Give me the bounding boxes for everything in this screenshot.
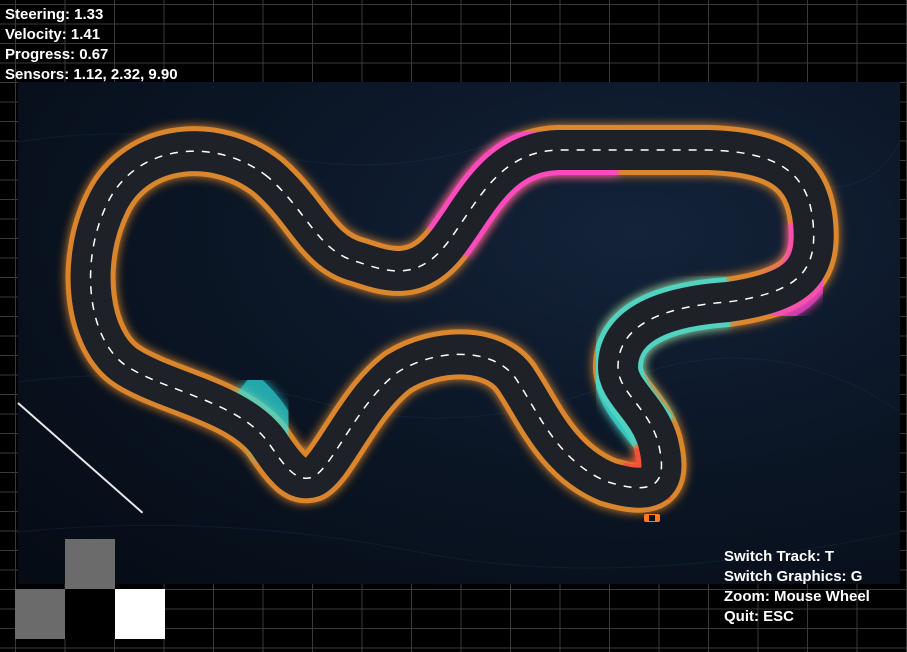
switch-track-hint: Switch Track: T [724, 548, 835, 565]
quit-hint: Quit: ESC [724, 608, 794, 625]
track-view[interactable] [18, 82, 900, 584]
action-up-indicator [65, 539, 115, 589]
progress-readout: Progress: 0.67 [5, 46, 109, 63]
switch-graphics-hint: Switch Graphics: G [724, 568, 863, 585]
velocity-readout: Velocity: 1.41 [5, 26, 101, 43]
controls-help-panel: Switch Track: T Switch Graphics: G Zoom:… [724, 547, 870, 627]
steering-readout: Steering: 1.33 [5, 6, 104, 23]
telemetry-panel: Steering: 1.33 Velocity: 1.41 Progress: … [5, 5, 178, 85]
zoom-hint: Zoom: Mouse Wheel [724, 588, 870, 605]
sensors-readout: Sensors: 1.12, 2.32, 9.90 [5, 66, 178, 83]
action-right-indicator [115, 589, 165, 639]
action-down-indicator [65, 589, 115, 639]
action-left-indicator [15, 589, 65, 639]
race-track [18, 125, 900, 569]
player-car [644, 514, 660, 522]
